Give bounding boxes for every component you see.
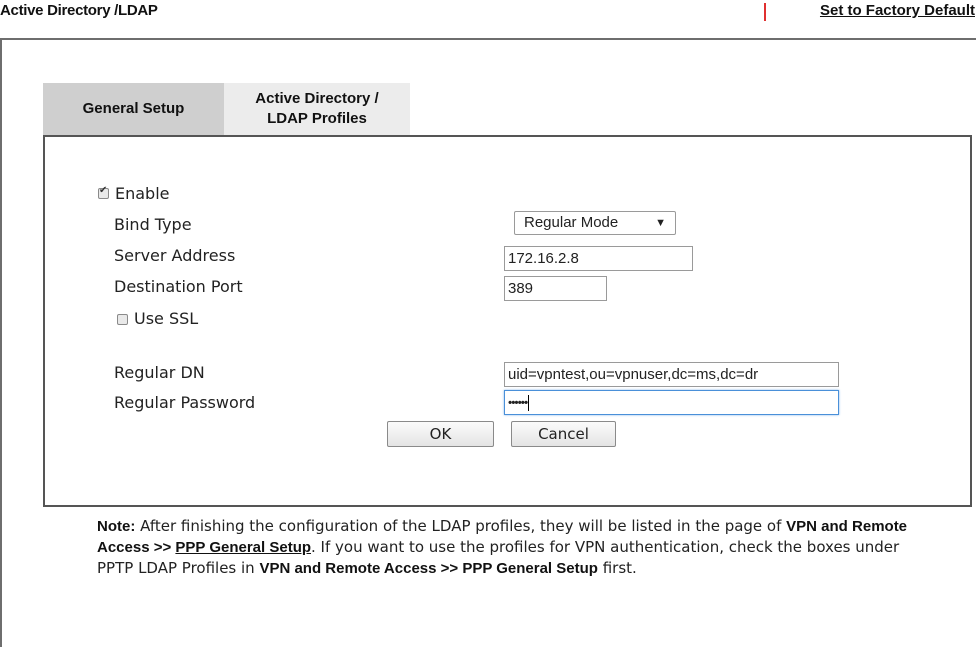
regular-password-label: Regular Password	[114, 393, 256, 412]
note-bold-2: VPN and Remote Access >> PPP General Set…	[259, 560, 598, 577]
text-caret	[528, 395, 530, 412]
note-prefix: Note:	[97, 518, 136, 535]
regular-dn-label: Regular DN	[114, 363, 205, 382]
page-header: Active Directory /LDAP Set to Factory De…	[0, 0, 976, 40]
tab-general-setup[interactable]: General Setup	[43, 83, 224, 135]
ok-button[interactable]: OK	[387, 421, 494, 447]
set-factory-default-link[interactable]: Set to Factory Default	[820, 2, 975, 19]
server-address-input[interactable]: 172.16.2.8	[504, 246, 693, 271]
use-ssl-label: Use SSL	[134, 309, 199, 328]
note-text-3: first.	[597, 559, 637, 577]
ppp-general-setup-link[interactable]: PPP General Setup	[175, 539, 311, 556]
tab-general-setup-label: General Setup	[82, 100, 185, 117]
enable-checkbox[interactable]	[98, 185, 109, 199]
left-border	[0, 38, 2, 647]
chevron-down-icon: ▼	[655, 217, 666, 229]
tab-ldap-profiles-label-line2: LDAP Profiles	[267, 110, 367, 127]
bind-type-value: Regular Mode	[524, 214, 619, 231]
destination-port-label: Destination Port	[114, 277, 243, 296]
page-title: Active Directory /LDAP	[0, 2, 158, 19]
tab-ldap-profiles[interactable]: Active Directory / LDAP Profiles	[224, 83, 410, 135]
note-text-1: After finishing the configuration of the…	[135, 517, 787, 535]
note-text: Note: After finishing the configuration …	[97, 516, 937, 579]
header-divider	[764, 3, 766, 21]
use-ssl-checkbox[interactable]	[117, 314, 128, 325]
bind-type-select[interactable]: Regular Mode ▼	[514, 211, 676, 235]
cancel-button[interactable]: Cancel	[511, 421, 616, 447]
tab-ldap-profiles-label: Active Directory / LDAP Profiles	[255, 89, 378, 129]
regular-dn-input[interactable]: uid=vpntest,ou=vpnuser,dc=ms,dc=dr	[504, 362, 839, 387]
password-mask: ••••••	[508, 395, 528, 410]
tab-ldap-profiles-label-line1: Active Directory /	[255, 90, 379, 107]
enable-label: Enable	[115, 184, 170, 203]
server-address-label: Server Address	[114, 246, 236, 265]
destination-port-input[interactable]: 389	[504, 276, 607, 301]
regular-password-input[interactable]: ••••••	[504, 390, 839, 415]
bind-type-label: Bind Type	[114, 215, 192, 234]
